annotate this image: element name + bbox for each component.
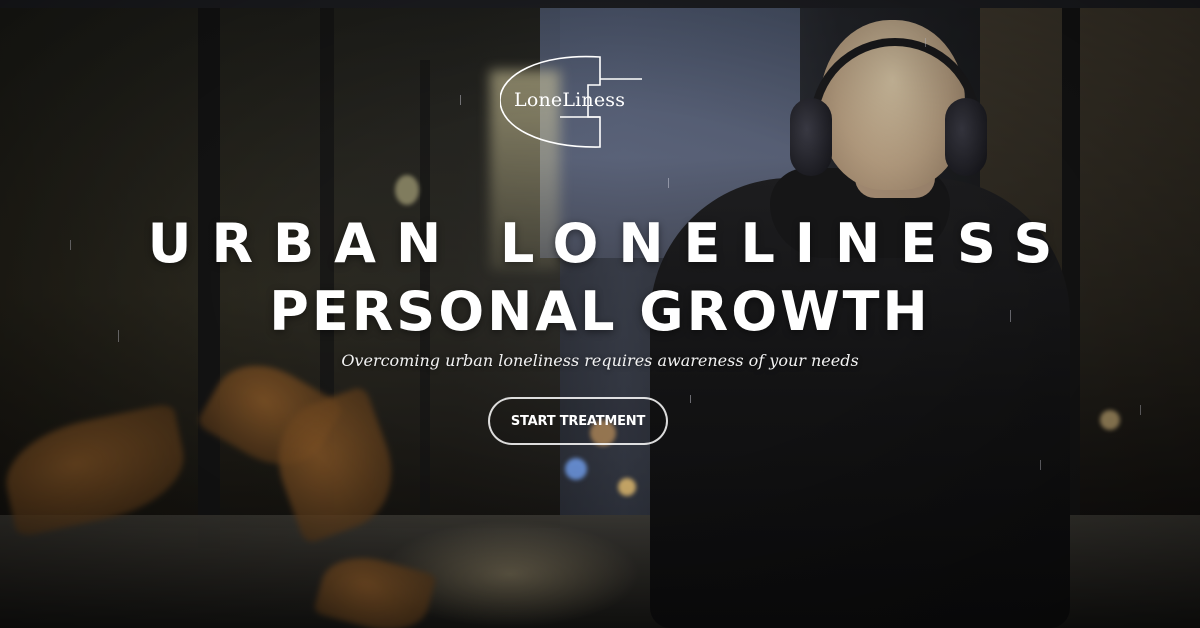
hero-section: LoneLiness URBAN LONELINESS PERSONAL GRO… — [0, 0, 1200, 628]
logo-text: LoneLiness — [514, 89, 626, 111]
start-treatment-button[interactable]: START TREATMENT — [488, 397, 668, 445]
rain-drop — [690, 395, 691, 403]
rain-drop — [668, 178, 669, 188]
start-treatment-label: START TREATMENT — [510, 413, 646, 429]
bokeh-light — [1100, 410, 1120, 430]
headline-line-2: PERSONAL GROWTH — [269, 280, 931, 343]
rain-drop — [925, 38, 926, 47]
rain-drop — [1040, 460, 1041, 470]
rain-drop — [460, 95, 461, 105]
bokeh-light — [565, 458, 587, 480]
background-lamp-post — [198, 8, 220, 548]
headphones-earcup-left — [790, 98, 832, 176]
tagline: Overcoming urban loneliness requires awa… — [341, 351, 859, 370]
bokeh-light — [618, 478, 636, 496]
headline-line-1: URBAN LONELINESS — [147, 212, 1073, 275]
bokeh-light — [395, 175, 419, 205]
brand-logo[interactable]: LoneLiness — [500, 55, 645, 150]
rain-drop — [1140, 405, 1141, 415]
top-strip — [0, 0, 1200, 8]
headphones-earcup-right — [945, 98, 987, 176]
